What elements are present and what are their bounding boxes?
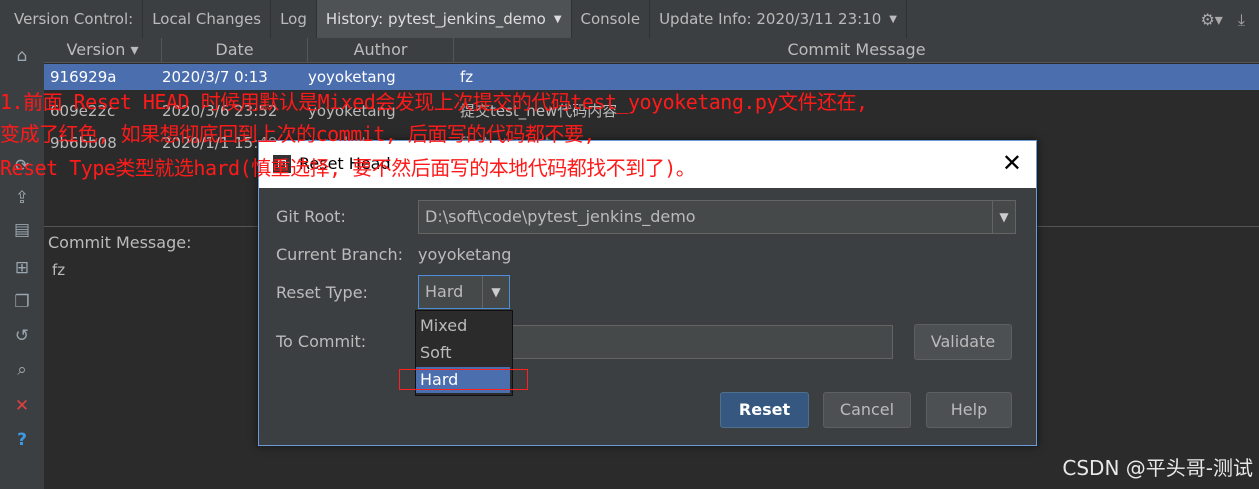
chevron-down-icon[interactable]: ▼ <box>554 14 562 25</box>
help-icon[interactable]: ? <box>12 430 32 450</box>
document-icon[interactable]: ▤ <box>12 220 32 240</box>
to-commit-label: To Commit: <box>276 332 367 351</box>
close-icon[interactable]: ✕ <box>1002 149 1022 177</box>
chevron-down-icon[interactable]: ▼ <box>889 14 897 25</box>
tab-label: Update Info: 2020/3/11 23:10 <box>659 10 882 28</box>
tabbar-tools: ⚙▾ ⤓ <box>1190 10 1245 30</box>
diff-icon[interactable]: ⊞ <box>12 258 32 278</box>
search-icon[interactable]: ⌕ <box>12 360 32 380</box>
column-date[interactable]: Date <box>162 38 308 62</box>
reset-type-select[interactable]: Hard ▼ <box>418 275 510 309</box>
option-mixed[interactable]: Mixed <box>416 313 510 339</box>
annotation-line-3: Reset Type类型就选hard(慎重选择, 要不然后面写的本地代码都找不到… <box>0 156 696 180</box>
upload-icon[interactable]: ⇪ <box>12 188 32 208</box>
reset-button[interactable]: Reset <box>720 392 809 428</box>
revert-icon[interactable]: ↺ <box>12 326 32 346</box>
reset-type-label: Reset Type: <box>276 283 368 302</box>
tab-label: Version Control: <box>14 10 134 28</box>
tab-log[interactable]: Log <box>271 0 317 38</box>
commit-message-label: Commit Message: <box>48 233 192 252</box>
help-button[interactable]: Help <box>926 392 1012 428</box>
table-header: Version ▾ Date Author Commit Message <box>44 38 1259 63</box>
reset-type-value: Hard <box>425 282 464 301</box>
column-version[interactable]: Version ▾ <box>44 38 162 62</box>
close-icon[interactable]: ✕ <box>12 396 32 416</box>
tab-version-control: Version Control: <box>0 0 144 38</box>
git-root-select[interactable]: D:\soft\code\pytest_jenkins_demo ▼ <box>418 200 1016 234</box>
tab-update-info[interactable]: Update Info: 2020/3/11 23:10 ▼ <box>650 0 907 38</box>
tool-window-tabbar: Version Control: Local Changes Log Histo… <box>0 0 1259 39</box>
gear-icon[interactable]: ⚙▾ <box>1200 10 1222 29</box>
commit-message-text[interactable]: fz <box>52 261 65 279</box>
cancel-button[interactable]: Cancel <box>823 392 911 428</box>
column-author[interactable]: Author <box>308 38 454 62</box>
home-icon[interactable]: ⌂ <box>12 46 32 66</box>
tab-history[interactable]: History: pytest_jenkins_demo ▼ <box>316 0 572 38</box>
git-root-label: Git Root: <box>276 207 346 226</box>
option-soft[interactable]: Soft <box>416 340 510 366</box>
download-icon[interactable]: ⤓ <box>1238 10 1245 29</box>
copy-icon[interactable]: ❐ <box>12 292 32 312</box>
tab-label: Local Changes <box>152 10 262 28</box>
chevron-down-icon[interactable]: ▼ <box>482 276 509 308</box>
tab-label: Console <box>580 10 641 28</box>
to-commit-input[interactable] <box>511 325 893 359</box>
validate-button[interactable]: Validate <box>914 324 1012 360</box>
tab-local-changes[interactable]: Local Changes <box>143 0 272 38</box>
reset-head-dialog: ⊡ Reset Head ✕ Git Root: D:\soft\code\py… <box>258 140 1037 446</box>
column-commit-message[interactable]: Commit Message <box>454 38 1259 62</box>
tab-console[interactable]: Console <box>572 0 651 38</box>
tab-label: History: pytest_jenkins_demo <box>325 10 546 28</box>
current-branch-label: Current Branch: <box>276 245 404 264</box>
annotation-line-2: 变成了红色, 如果想彻底回到上次的commit, 后面写的代码都不要, <box>0 122 595 146</box>
current-branch-value: yoyoketang <box>418 245 512 264</box>
git-root-value: D:\soft\code\pytest_jenkins_demo <box>425 207 696 226</box>
chevron-down-icon[interactable]: ▼ <box>992 201 1015 233</box>
tab-label: Log <box>280 10 307 28</box>
watermark: CSDN @平头哥-测试 <box>1062 456 1253 480</box>
highlight-box <box>399 369 528 390</box>
annotation-line-1: 1.前面 Reset HEAD 时候用默认是Mixed会发现上次提交的代码tes… <box>0 90 868 114</box>
